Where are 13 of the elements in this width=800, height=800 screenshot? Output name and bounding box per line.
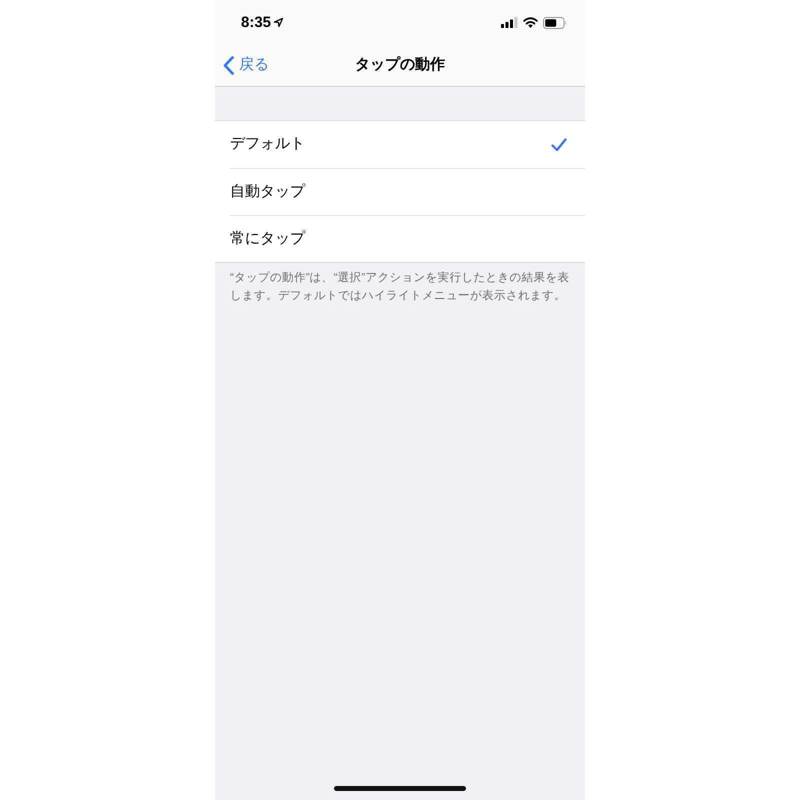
option-label: デフォルト	[230, 134, 305, 154]
back-button[interactable]: 戻る	[215, 54, 269, 77]
signal-bars-icon	[501, 17, 518, 28]
home-indicator[interactable]	[334, 786, 466, 791]
status-time: 8:35	[241, 15, 272, 30]
location-arrow-icon	[274, 18, 284, 27]
option-label: 自動タップ	[230, 182, 305, 202]
wifi-icon	[523, 17, 538, 28]
navigation-title: タップの動作	[355, 55, 445, 76]
chevron-left-icon	[223, 56, 234, 75]
option-label: 常にタップ	[230, 228, 305, 249]
battery-icon	[543, 16, 567, 28]
footer-description: “タップの動作”は、“選択”アクションを実行したときの結果を表します。デフォルトではハイライトメニューが表示されます。	[229, 270, 570, 304]
